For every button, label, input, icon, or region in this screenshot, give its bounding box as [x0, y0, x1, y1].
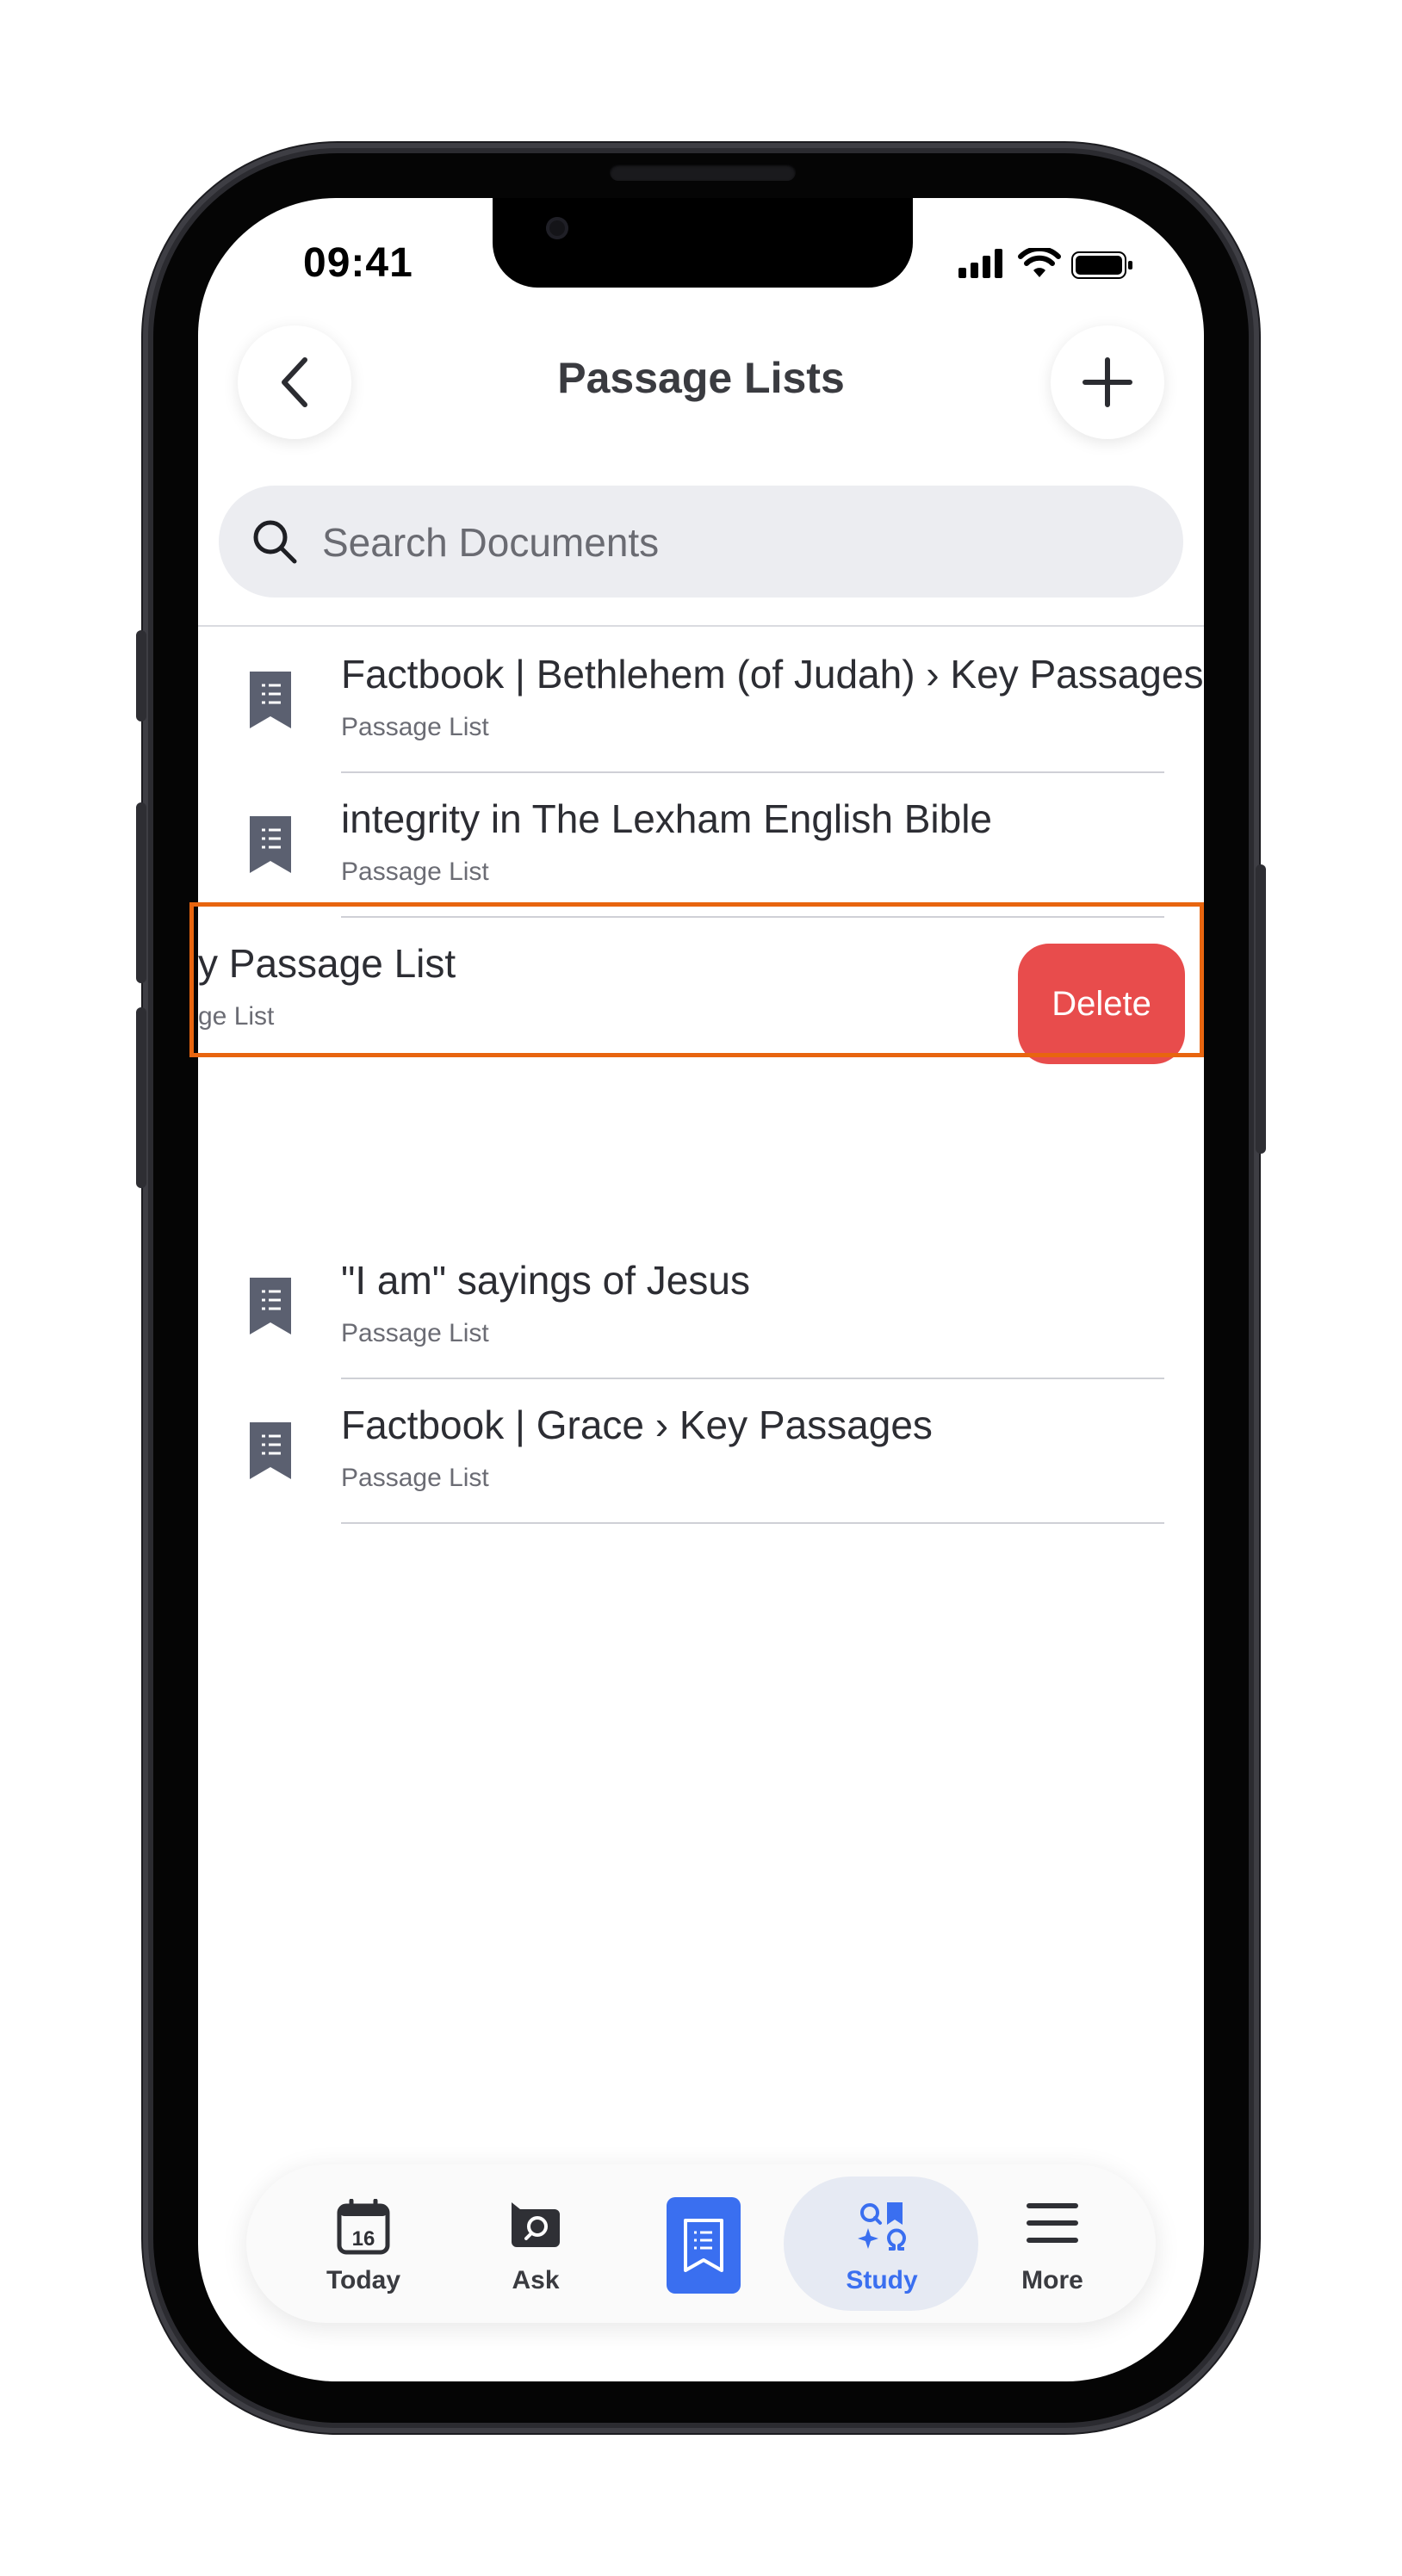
- list-item-title: Factbook | Grace › Key Passages: [341, 1403, 933, 1447]
- list-item-subtitle: Passage List: [341, 1464, 489, 1492]
- list-top-divider: [198, 625, 1204, 627]
- notch: [493, 198, 913, 288]
- list-item[interactable]: Factbook | Bethlehem (of Judah) › Key Pa…: [198, 629, 1204, 773]
- tab-ask[interactable]: Ask: [458, 2164, 613, 2323]
- list-item-title: Factbook | Bethlehem (of Judah) › Key Pa…: [341, 652, 1204, 697]
- passage-list-icon: [250, 672, 291, 728]
- tab-bar: 16 Today Ask Study More: [246, 2164, 1156, 2323]
- tab-study[interactable]: Study: [804, 2164, 959, 2323]
- list-item[interactable]: integrity in The Lexham English Bible Pa…: [198, 773, 1204, 918]
- list-item-title: "I am" sayings of Jesus: [341, 1258, 750, 1303]
- power-button: [1256, 864, 1266, 1154]
- calendar-icon: 16: [337, 2199, 390, 2255]
- ask-search-icon: [512, 2202, 560, 2247]
- document-icon: [684, 2219, 723, 2272]
- status-icons: [958, 246, 1061, 281]
- tab-more[interactable]: More: [975, 2164, 1130, 2323]
- list-item-swiped[interactable]: y Passage List ge List Delete: [198, 918, 1204, 1090]
- calendar-day: 16: [352, 2227, 375, 2251]
- wifi-icon: [1018, 248, 1061, 277]
- tab-today[interactable]: 16 Today: [286, 2164, 441, 2323]
- volume-up-button: [136, 802, 146, 983]
- list-item-subtitle: Passage List: [341, 1319, 489, 1347]
- speaker-grille: [610, 164, 796, 181]
- delete-button[interactable]: Delete: [1018, 944, 1185, 1064]
- screen: 09:41 Passage Lists Search Documents Fac…: [198, 198, 1204, 2381]
- volume-down-button: [136, 1007, 146, 1188]
- tab-label: More: [1021, 2266, 1083, 2294]
- document-button[interactable]: [667, 2197, 741, 2294]
- study-icon: [858, 2202, 906, 2251]
- silent-switch: [136, 630, 146, 721]
- list-item-subtitle: ge List: [198, 1002, 275, 1031]
- list-item-title: y Passage List: [198, 941, 456, 986]
- row-divider: [341, 1522, 1164, 1524]
- passage-list-icon: [250, 816, 291, 873]
- list-item[interactable]: "I am" sayings of Jesus Passage List: [198, 1235, 1204, 1379]
- search-bar[interactable]: [219, 486, 1183, 599]
- passage-list-icon: [250, 1278, 291, 1334]
- tab-label: Study: [846, 2266, 918, 2294]
- list-item-subtitle: Passage List: [341, 858, 489, 886]
- hamburger-menu-icon: [1027, 2203, 1078, 2243]
- stage: 09:41 Passage Lists Search Documents Fac…: [0, 0, 1402, 2576]
- status-time: 09:41: [303, 240, 413, 286]
- tab-label: Today: [326, 2266, 401, 2294]
- plus-icon: [1083, 357, 1132, 407]
- battery-icon: [1071, 251, 1132, 279]
- passage-list-icon: [250, 1422, 291, 1479]
- front-camera: [546, 217, 568, 239]
- add-button[interactable]: [1051, 325, 1164, 439]
- search-input[interactable]: [320, 486, 1151, 599]
- tab-label: Ask: [512, 2266, 560, 2294]
- list-item-title: integrity in The Lexham English Bible: [341, 796, 993, 841]
- cellular-signal-icon: [958, 249, 1002, 278]
- list-item-subtitle: Passage List: [341, 713, 489, 741]
- list-item[interactable]: Factbook | Grace › Key Passages Passage …: [198, 1379, 1204, 1524]
- search-icon: [253, 520, 297, 564]
